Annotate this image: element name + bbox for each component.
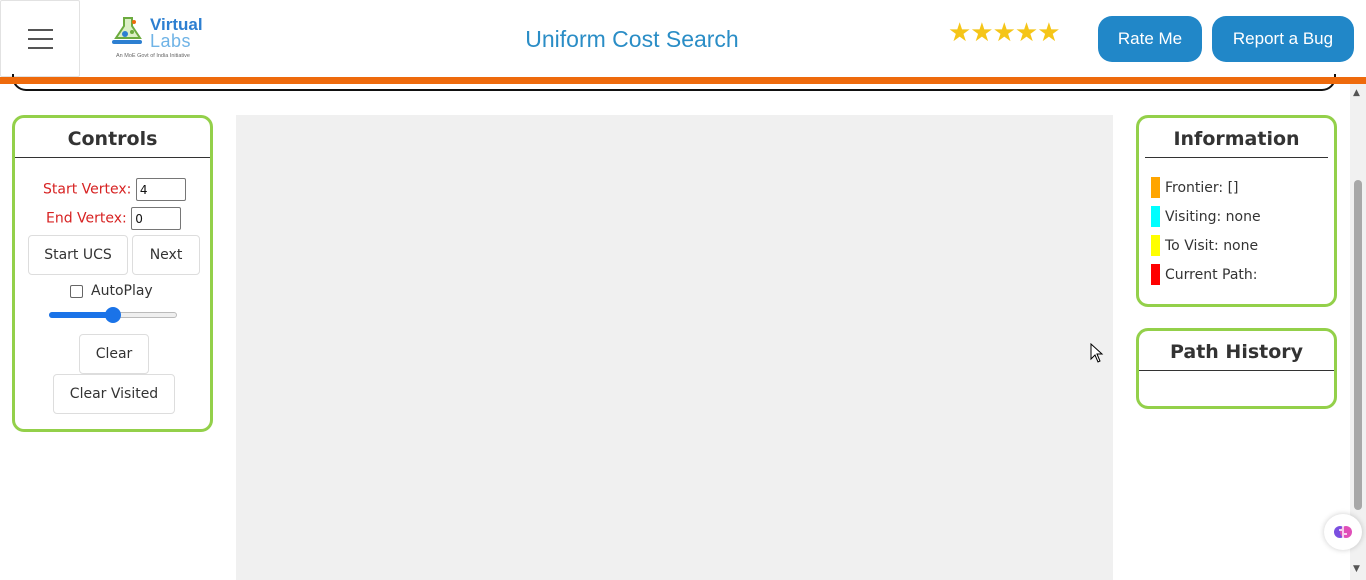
to-visit-text: To Visit: none xyxy=(1165,237,1259,254)
slider-handle[interactable] xyxy=(105,307,121,323)
scroll-up-arrow-icon[interactable]: ▲ xyxy=(1353,88,1360,98)
scrollbar-thumb[interactable] xyxy=(1354,180,1362,510)
rating-stars[interactable]: ★★★★★ xyxy=(948,18,1061,48)
legend-frontier: Frontier: [] xyxy=(1151,177,1239,198)
path-history-panel: Path History xyxy=(1136,328,1337,409)
menu-icon[interactable] xyxy=(0,0,80,77)
clear-visited-button[interactable]: Clear Visited xyxy=(53,374,175,414)
end-vertex-input[interactable] xyxy=(131,207,182,230)
mouse-cursor-icon xyxy=(1090,343,1104,363)
frontier-swatch xyxy=(1151,177,1160,198)
slider-fill xyxy=(49,312,113,318)
next-button[interactable]: Next xyxy=(132,235,200,275)
path-history-title: Path History xyxy=(1139,331,1334,371)
scroll-down-arrow-icon[interactable]: ▼ xyxy=(1353,564,1360,574)
logo-text-labs: Labs xyxy=(150,31,192,51)
autoplay-checkbox[interactable] xyxy=(70,284,83,298)
start-ucs-button[interactable]: Start UCS xyxy=(28,235,128,275)
assistant-button[interactable] xyxy=(1324,514,1362,550)
controls-title: Controls xyxy=(15,118,210,158)
report-bug-button[interactable]: Report a Bug xyxy=(1212,16,1354,62)
information-panel: Information Frontier: [] Visiting: none … xyxy=(1136,115,1337,307)
speed-slider[interactable] xyxy=(49,306,177,324)
legend-visiting: Visiting: none xyxy=(1151,206,1261,227)
brain-icon xyxy=(1334,526,1352,538)
visiting-swatch xyxy=(1151,206,1160,227)
end-vertex-row: End Vertex: xyxy=(46,207,182,230)
start-vertex-label: Start Vertex: xyxy=(43,181,132,198)
legend-to-visit: To Visit: none xyxy=(1151,235,1258,256)
controls-panel: Controls Start Vertex: End Vertex: Start… xyxy=(12,115,213,432)
virtual-labs-logo[interactable]: Virtual Labs An MoE Govt of India Initia… xyxy=(110,12,203,64)
logo-tagline: An MoE Govt of India Initiative xyxy=(116,53,190,59)
information-title: Information xyxy=(1145,118,1328,158)
autoplay-label: AutoPlay xyxy=(91,283,153,299)
start-vertex-row: Start Vertex: xyxy=(43,178,186,201)
current-path-text: Current Path: xyxy=(1165,266,1258,283)
to-visit-swatch xyxy=(1151,235,1160,256)
visiting-text: Visiting: none xyxy=(1165,208,1261,225)
start-vertex-input[interactable] xyxy=(135,178,186,201)
rate-me-button[interactable]: Rate Me xyxy=(1098,16,1202,62)
clear-button[interactable]: Clear xyxy=(79,334,149,374)
frontier-text: Frontier: [] xyxy=(1165,179,1239,196)
flask-icon xyxy=(112,17,142,44)
graph-canvas[interactable] xyxy=(236,115,1113,580)
page-scrollbar[interactable]: ▲ ▼ xyxy=(1350,84,1366,580)
current-path-swatch xyxy=(1151,264,1160,285)
end-vertex-label: End Vertex: xyxy=(46,210,127,227)
autoplay-toggle[interactable]: AutoPlay xyxy=(70,283,153,299)
legend-current-path: Current Path: xyxy=(1151,264,1258,285)
page-title: Uniform Cost Search xyxy=(525,26,739,52)
accent-bar xyxy=(0,77,1366,84)
header: Virtual Labs An MoE Govt of India Initia… xyxy=(0,0,1366,77)
